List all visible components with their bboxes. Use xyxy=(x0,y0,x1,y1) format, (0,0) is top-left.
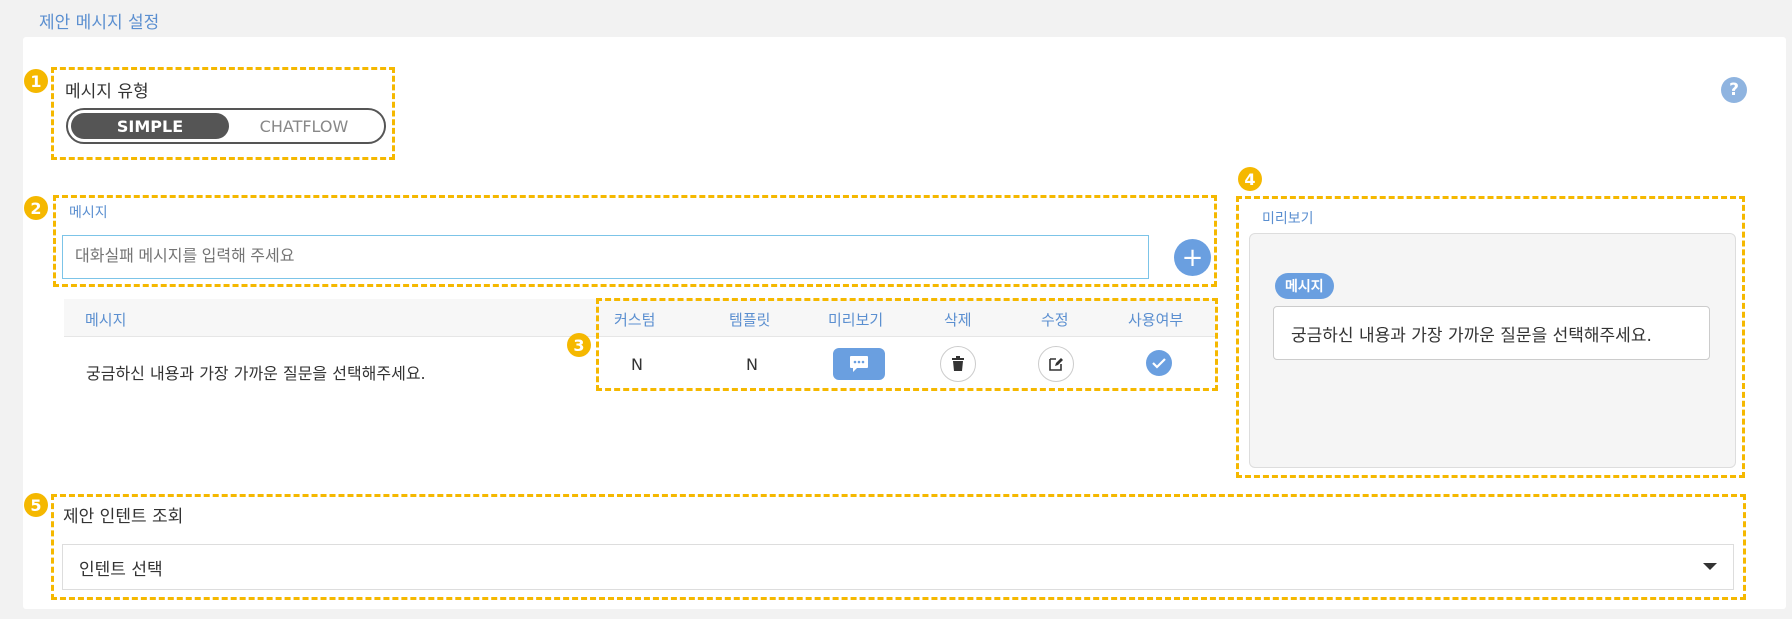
intent-select[interactable]: 인텐트 선택 xyxy=(62,544,1734,590)
annotation-badge-2: 2 xyxy=(24,196,48,220)
preview-label: 미리보기 xyxy=(1262,211,1314,227)
annotation-badge-5: 5 xyxy=(24,493,48,517)
toggle-option-chatflow[interactable]: CHATFLOW xyxy=(225,113,383,139)
header-message: 메시지 xyxy=(85,311,127,329)
intent-select-value: 인텐트 선택 xyxy=(79,559,163,580)
preview-message-pill: 메시지 xyxy=(1275,273,1334,299)
add-message-button[interactable]: + xyxy=(1174,239,1211,276)
message-type-label: 메시지 유형 xyxy=(65,82,149,102)
intent-label: 제안 인텐트 조회 xyxy=(63,507,184,527)
page-title: 제안 메시지 설정 xyxy=(39,13,160,33)
message-field-label: 메시지 xyxy=(69,205,108,221)
caret-down-icon xyxy=(1703,563,1717,570)
help-icon[interactable]: ? xyxy=(1721,77,1747,103)
annotation-badge-4: 4 xyxy=(1238,167,1262,191)
row-message: 궁금하신 내용과 가장 가까운 질문을 선택해주세요. xyxy=(86,364,426,383)
annotation-box-3 xyxy=(596,298,1218,391)
annotation-badge-1: 1 xyxy=(24,69,48,93)
annotation-badge-3: 3 xyxy=(567,333,591,357)
toggle-option-simple[interactable]: SIMPLE xyxy=(71,113,229,139)
preview-message-bubble: 궁금하신 내용과 가장 가까운 질문을 선택해주세요. xyxy=(1273,306,1710,360)
message-type-toggle: SIMPLE CHATFLOW xyxy=(66,108,386,144)
message-input[interactable] xyxy=(62,235,1149,279)
